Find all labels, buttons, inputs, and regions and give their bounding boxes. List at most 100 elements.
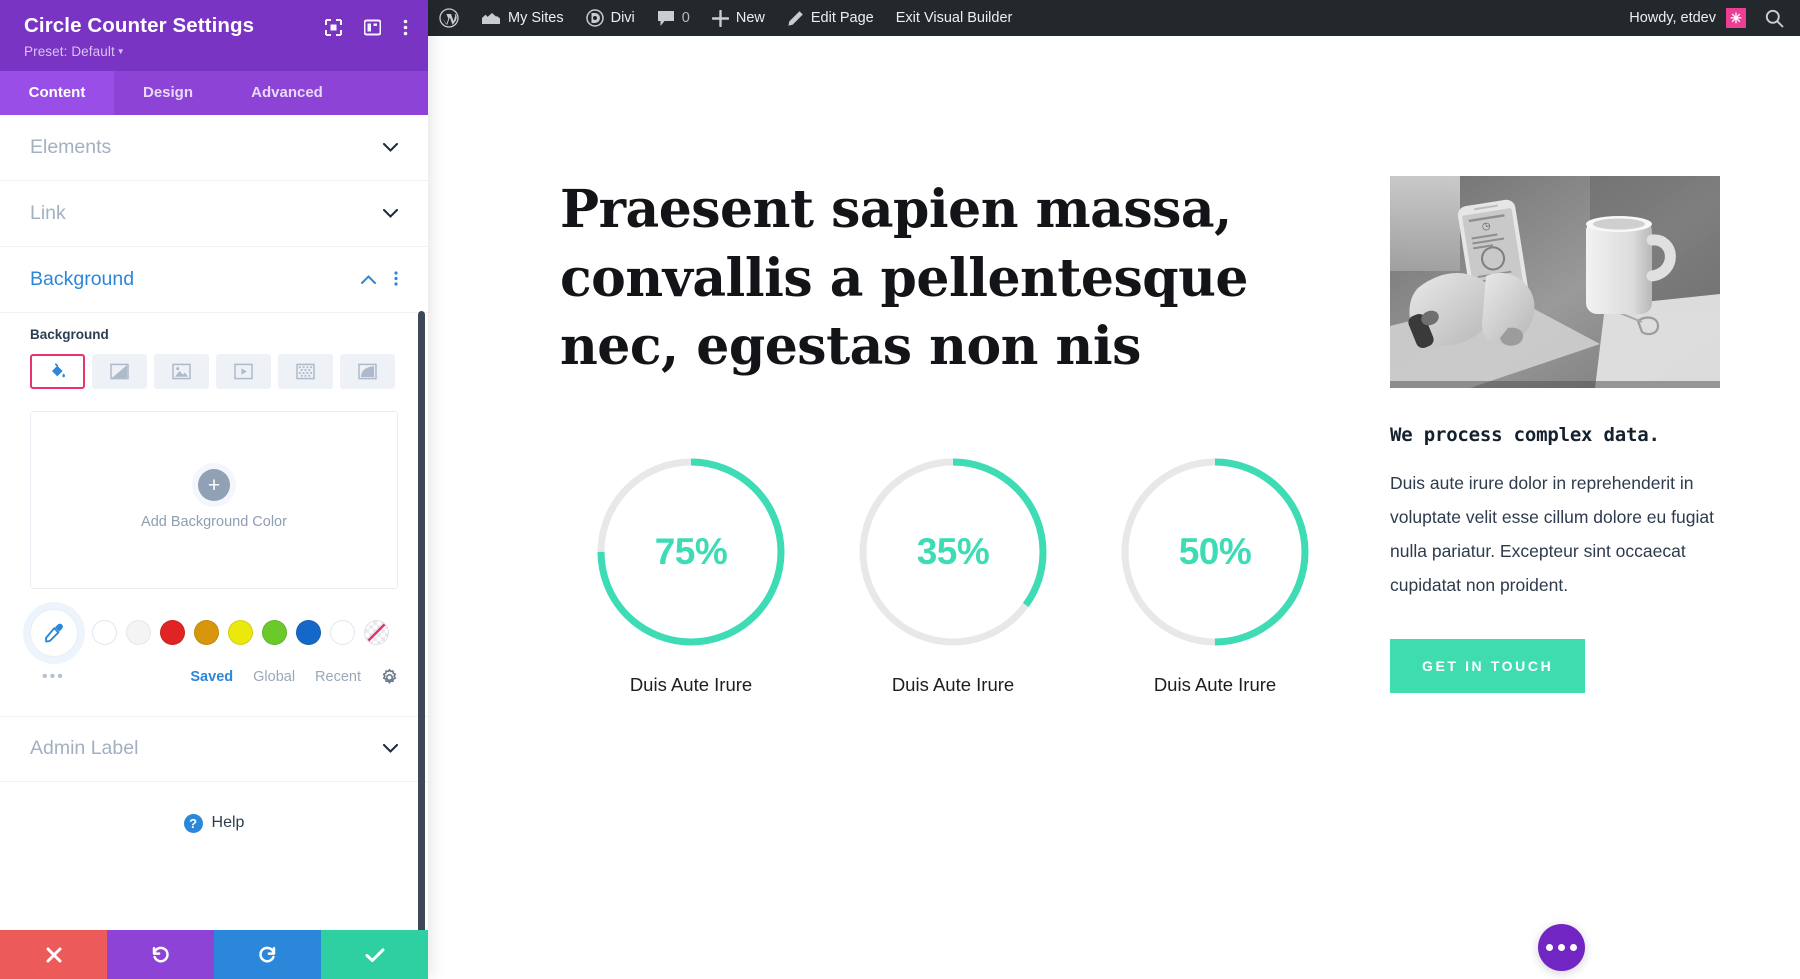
background-mask-icon[interactable] [340,353,395,389]
visual-builder-canvas: Praesent sapien massa, convallis a pelle… [428,36,1800,979]
avatar: ✳ [1726,8,1746,28]
background-pattern-icon[interactable] [278,353,333,389]
palette-tab-global[interactable]: Global [253,669,295,685]
background-gradient-icon[interactable] [92,353,147,389]
wordpress-admin-bar: My Sites Divi 0 New Edit Page Exit Visua… [428,0,1800,36]
edit-page[interactable]: Edit Page [776,0,885,36]
plus-icon: + [198,469,230,502]
swatch-green[interactable] [262,620,287,646]
comment-icon [657,10,675,27]
my-sites[interactable]: My Sites [470,0,575,36]
circle-counter-label-2: Duis Aute Irure [891,673,1015,695]
question-mark-icon: ? [183,813,203,833]
tab-design[interactable]: Design [114,71,222,115]
background-image-icon[interactable] [154,353,209,389]
eyedropper-icon[interactable] [30,608,78,657]
add-background-color-dropzone[interactable]: + Add Background Color [30,410,398,589]
edit-page-label: Edit Page [810,10,874,26]
circle-counter-2[interactable]: 35% Duis Aute Irure [822,452,1084,696]
check-icon [364,945,386,965]
comments-count: 0 [681,10,690,26]
circle-counter-3[interactable]: 50% Duis Aute Irure [1084,452,1346,696]
wp-logo[interactable] [428,0,470,36]
accordion-background[interactable]: Background [0,247,428,313]
settings-panel-title: Circle Counter Settings [24,14,255,37]
divi-icon [585,9,604,27]
new-label: New [735,10,765,26]
undo-icon [150,944,171,965]
wordpress-logo-icon [439,8,459,28]
background-color-icon[interactable] [30,353,85,389]
new[interactable]: New [701,0,776,36]
palette-tab-recent[interactable]: Recent [315,669,361,685]
more-colors-icon[interactable]: ••• [30,669,65,685]
accordion-admin-label-text: Admin Label [30,737,139,760]
background-video-icon[interactable] [216,353,271,389]
circle-counter-row: 75% Duis Aute Irure 35% Duis Aute Irure … [560,452,1309,696]
background-section: Background + Add Background Color ••• Sa… [0,313,428,690]
dropzone-label: Add Background Color [141,514,287,531]
settings-panel-scrollbar[interactable] [418,310,425,930]
layout-panel-icon[interactable] [364,19,381,36]
circle-counter-ring-2: 35% [853,452,1053,652]
sites-icon [481,10,501,26]
page-settings-fab[interactable] [1538,924,1585,971]
divi[interactable]: Divi [575,0,646,36]
background-options-icon[interactable] [394,270,398,288]
comments[interactable]: 0 [646,0,701,36]
accordion-elements-label: Elements [30,135,112,158]
cancel-changes-button[interactable] [0,930,107,979]
help-button[interactable]: ? Help [0,782,428,865]
circle-counter-value-1: 75% [654,530,728,572]
account-menu[interactable]: Howdy, etdev ✳ [1618,8,1757,28]
exit-visual-builder[interactable]: Exit Visual Builder [885,0,1024,36]
settings-panel-body: Elements Link Background Background + Ad… [0,114,428,930]
circle-counter-1[interactable]: 75% Duis Aute Irure [560,452,822,696]
fab-dot-3 [1570,944,1577,951]
palette-tab-saved[interactable]: Saved [190,669,233,685]
swatch-blue[interactable] [296,620,321,646]
swatch-light-gray[interactable] [126,620,151,646]
swatch-red[interactable] [160,620,185,646]
module-settings-panel: Circle Counter Settings Preset: Default ▼ [0,0,428,979]
redo-button[interactable] [214,930,321,979]
accordion-link[interactable]: Link [0,181,428,247]
swatch-yellow[interactable] [228,620,253,646]
tab-advanced[interactable]: Advanced [222,71,352,115]
search-icon[interactable] [1757,9,1800,28]
help-label: Help [211,814,245,832]
redo-icon [257,944,278,965]
preset-label: Preset: Default [24,43,115,59]
my-sites-label: My Sites [508,10,564,26]
chevron-down-icon [383,207,398,220]
plus-icon [711,9,729,27]
swatch-orange[interactable] [194,620,219,646]
page-title: Praesent sapien massa, convallis a pelle… [560,179,1248,378]
circle-counter-value-2: 35% [916,530,990,572]
howdy-label: Howdy, etdev [1629,10,1716,26]
save-changes-button[interactable] [321,930,428,979]
chevron-down-icon: ▼ [116,46,125,56]
gear-icon[interactable] [381,668,398,686]
swatch-transparent[interactable] [364,620,389,646]
sidebar-body-text: Duis aute irure dolor in reprehenderit i… [1390,473,1714,596]
accordion-background-label: Background [30,267,135,290]
tab-content[interactable]: Content [0,70,114,115]
chevron-down-icon [383,742,398,755]
get-in-touch-button[interactable]: GET IN TOUCH [1390,638,1586,693]
main-content-column: Praesent sapien massa, convallis a pelle… [560,176,1309,696]
divi-label: Divi [610,10,635,26]
accordion-elements[interactable]: Elements [0,115,428,181]
chevron-down-icon [383,141,398,154]
focus-icon[interactable] [325,19,342,36]
more-vertical-icon[interactable] [403,19,408,36]
accordion-admin-label[interactable]: Admin Label [0,715,428,782]
circle-counter-label-1: Duis Aute Irure [629,673,753,695]
swatch-white-2[interactable] [330,620,355,646]
pencil-icon [787,10,804,27]
palette-meta-row: ••• Saved Global Recent [30,668,398,686]
undo-button[interactable] [107,930,214,979]
swatch-white[interactable] [92,620,117,646]
background-field-label: Background [30,326,109,342]
preset-selector[interactable]: Preset: Default ▼ [24,44,254,59]
